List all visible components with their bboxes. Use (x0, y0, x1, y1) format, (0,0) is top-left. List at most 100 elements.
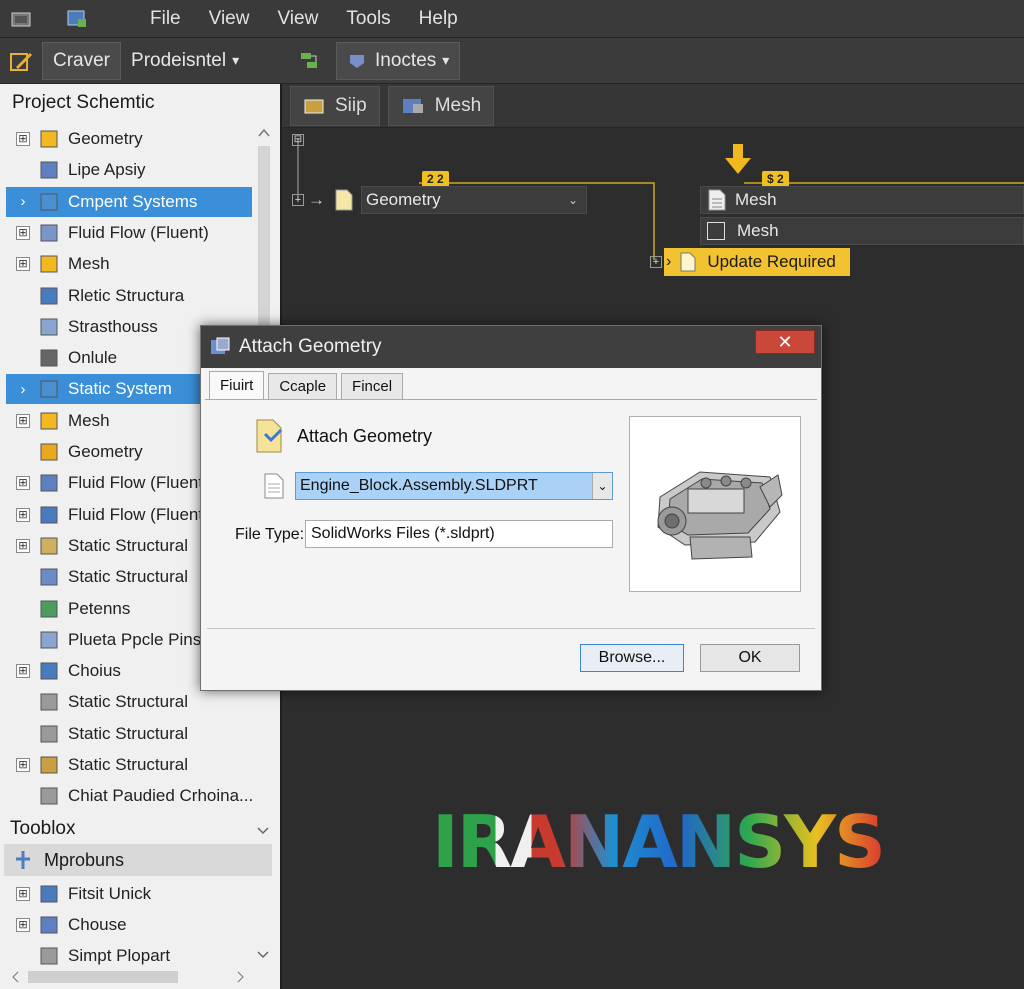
tree-item-label: Fluid Flow (Fluent) (68, 222, 209, 242)
browse-button[interactable]: Browse... (580, 644, 684, 672)
attach-file-icon (256, 419, 283, 453)
arrow-right-icon: › (666, 253, 672, 270)
tree-item[interactable]: Static Structural (6, 687, 252, 717)
tree-item[interactable]: Rletic Structura (6, 281, 252, 311)
mesh-checkbox-row[interactable]: Mesh (700, 217, 1024, 245)
status-badge: 2 2 (422, 171, 449, 187)
edit-button[interactable] (0, 42, 42, 80)
chevron-right-icon[interactable]: › (16, 193, 30, 210)
tab-inoctes-label: Inoctes (375, 49, 437, 71)
component-icon (40, 568, 58, 586)
menu-tools[interactable]: Tools (332, 0, 404, 38)
toolbox-item[interactable]: ⊞ Chouse (6, 910, 252, 940)
update-label: Update Required (707, 252, 836, 271)
update-node[interactable]: + › Update Required (650, 248, 850, 276)
menu-view-2[interactable]: View (263, 0, 332, 38)
collapse-toggle[interactable]: ⊟ (292, 134, 304, 146)
document-icon (335, 189, 353, 211)
close-button[interactable]: ✕ (755, 330, 815, 354)
menu-file[interactable]: File (136, 0, 195, 38)
file-select-value: Engine_Block.Assembly.SLDPRT (300, 477, 538, 494)
tab-inoctes[interactable]: Inoctes ▾ (336, 41, 461, 80)
panel-title: Project Schemtic (12, 92, 155, 113)
tab-siip[interactable]: Siip (290, 85, 380, 126)
dialog-tabs: Fiuirt Ccaple Fincel (205, 370, 817, 400)
tree-item[interactable]: ⊞ Mesh (6, 249, 252, 279)
mesh-node[interactable]: Mesh (700, 186, 1024, 214)
mesh-checkbox[interactable] (707, 222, 725, 240)
chevron-down-icon[interactable]: ⌄ (592, 473, 612, 499)
chevron-down-icon[interactable] (256, 950, 270, 960)
toolbox-item[interactable]: ⊞ Fitsit Unick (6, 879, 252, 909)
toolbox-item[interactable]: Simpt Plopart (6, 941, 252, 971)
dialog-titlebar[interactable]: Attach Geometry ✕ (201, 326, 821, 368)
component-icon (40, 600, 58, 617)
tab-mesh[interactable]: Mesh (387, 85, 495, 126)
expand-toggle[interactable]: + (650, 256, 662, 268)
geometry-dropdown[interactable]: Geometry ⌄ (361, 186, 587, 214)
file-type-field[interactable]: SolidWorks Files (*.sldprt) (305, 520, 613, 548)
expand-toggle[interactable]: ⊞ (16, 225, 30, 240)
expand-toggle[interactable]: + (292, 194, 304, 206)
tree-item[interactable]: Lipe Apsiy (6, 155, 252, 185)
tree-item[interactable]: ⊞ Geometry (6, 124, 252, 154)
component-icon (40, 224, 58, 242)
update-required-badge[interactable]: › Update Required (664, 248, 850, 276)
document-icon (708, 189, 726, 211)
expand-toggle[interactable]: ⊞ (16, 918, 30, 932)
tree-item-label: Plueta Ppcle Pins (68, 629, 202, 649)
mesh-label: Mesh (737, 221, 779, 240)
right-toolbar: Inoctes ▾ (282, 38, 1024, 84)
expand-toggle[interactable]: ⊞ (16, 507, 30, 522)
file-type-label: File Type: (235, 526, 305, 543)
expand-toggle[interactable]: ⊞ (16, 476, 30, 491)
file-select[interactable]: Engine_Block.Assembly.SLDPRT ⌄ (295, 472, 613, 500)
chevron-right-icon[interactable]: › (16, 381, 30, 398)
mesh-label: Mesh (735, 190, 777, 209)
expand-toggle[interactable]: ⊞ (16, 538, 30, 553)
component-icon (40, 349, 58, 367)
app-icon[interactable] (8, 8, 34, 30)
component-icon (40, 725, 58, 743)
attach-geometry-dialog: Attach Geometry ✕ Fiuirt Ccaple Fincel A… (200, 325, 822, 691)
tree-item-label: Fluid Flow (Fluent) (68, 504, 209, 524)
chevron-down-icon[interactable] (256, 826, 270, 836)
menu-view[interactable]: View (195, 0, 264, 38)
tree-item-label: Static Structural (68, 723, 188, 743)
tree-item[interactable]: ⊞ Fluid Flow (Fluent) (6, 218, 252, 248)
tree-item-label: Static Structural (68, 755, 188, 774)
component-icon (40, 412, 58, 430)
expand-toggle[interactable]: ⊞ (16, 758, 30, 772)
expand-toggle[interactable]: ⊞ (16, 257, 30, 272)
tree-item[interactable]: Chiat Paudied Crhoina... (6, 781, 252, 811)
toolbox-group[interactable]: Mprobuns (4, 844, 272, 876)
component-icon (40, 380, 58, 398)
ok-button[interactable]: OK (700, 644, 800, 672)
project-icon[interactable] (64, 8, 90, 30)
geometry-node[interactable]: + → Geometry ⌄ (292, 186, 587, 214)
expand-toggle[interactable]: ⊞ (16, 413, 30, 428)
tree-item[interactable]: › Cmpent Systems (6, 186, 252, 217)
tab-prodeisntel[interactable]: Prodeisntel ▾ (121, 42, 249, 80)
component-icon (40, 161, 58, 179)
component-icon (40, 287, 58, 304)
tab-craver[interactable]: Craver (42, 41, 122, 80)
tab-ccaple[interactable]: Ccaple (268, 373, 338, 399)
menu-help[interactable]: Help (405, 0, 472, 38)
flow-button[interactable] (288, 42, 332, 80)
flow-icon (301, 52, 317, 68)
tab-fincel[interactable]: Fincel (341, 373, 404, 399)
horizontal-scrollbar[interactable] (10, 968, 260, 986)
arrow-right-icon: → (308, 190, 325, 209)
tree-item-label: Static System (68, 379, 172, 399)
expand-toggle[interactable]: ⊞ (16, 664, 30, 679)
tree-item[interactable]: Static Structural (6, 719, 252, 749)
tree-item[interactable]: ⊞ Static Structural (6, 750, 252, 780)
expand-toggle[interactable]: ⊞ (16, 887, 30, 901)
expand-toggle[interactable]: ⊞ (16, 132, 30, 146)
component-icon (40, 631, 58, 649)
tab-fiuirt[interactable]: Fiuirt (209, 371, 265, 399)
component-icon (40, 537, 58, 555)
